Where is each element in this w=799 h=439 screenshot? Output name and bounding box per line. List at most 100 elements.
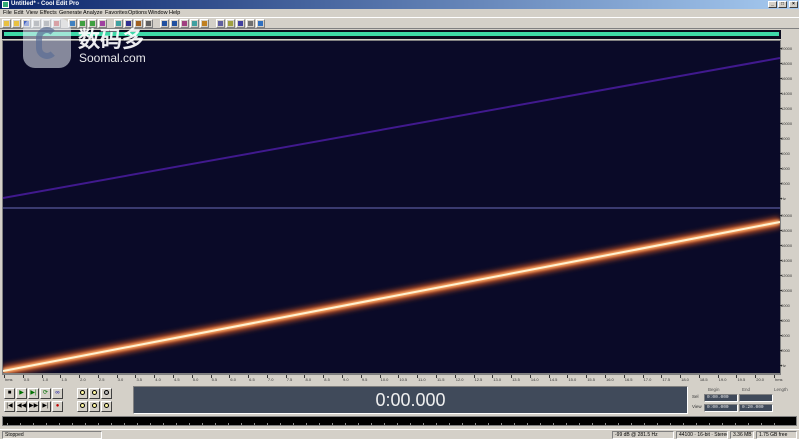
fast-forward-button[interactable]: ▶▶ <box>28 401 39 412</box>
metronome-button[interactable] <box>226 19 235 28</box>
level-meter-tick <box>254 423 255 425</box>
level-meter-tick <box>566 423 567 425</box>
level-meter-tick <box>33 423 34 425</box>
frequency-tick-label: 10000 <box>779 121 793 126</box>
record-button[interactable]: ● <box>52 401 63 412</box>
header-begin: Begin <box>708 387 720 392</box>
go-to-end-button[interactable]: ▶| <box>40 401 51 412</box>
minimize-button[interactable]: _ <box>768 1 777 8</box>
status-format: 44100 · 16-bit · Stereo <box>676 431 728 439</box>
view-begin-field[interactable]: 0:00.000 <box>704 404 738 412</box>
menu-favorites[interactable]: Favorites <box>104 9 129 17</box>
time-tick-label: 18.0 <box>681 377 689 382</box>
menu-file[interactable]: File <box>2 9 13 17</box>
play-loop-mode-button[interactable]: ∞ <box>52 388 63 399</box>
time-tick-label: 20.0 <box>756 377 765 382</box>
stop-button[interactable]: ■ <box>4 388 15 399</box>
menu-help[interactable]: Help <box>168 9 181 17</box>
zoom-in-vertical-button[interactable] <box>77 401 88 412</box>
frequency-tick-label: 14000 <box>779 91 793 96</box>
level-meter-tick <box>748 423 749 425</box>
frequency-tick-label: 20000 <box>779 213 793 218</box>
time-tick-label: 18.5 <box>699 377 708 382</box>
close-button[interactable]: × <box>789 1 798 8</box>
zoom-controls <box>75 386 127 414</box>
menu-edit[interactable]: Edit <box>13 9 24 17</box>
time-tick-label: 7.5 <box>286 377 293 382</box>
level-meter-tick <box>137 423 138 425</box>
frequency-tick-label: 18000 <box>779 228 793 233</box>
zoom-in-horizontal-icon <box>80 390 85 395</box>
time-tick-label: 2.5 <box>98 377 105 382</box>
play-to-end-button[interactable]: ▶| <box>28 388 39 399</box>
time-ruler[interactable]: hms 0.5 1.0 1.5 2.0 2.5 3.0 3.5 4.0 4.5 5.0 5.5 6.0 6… <box>2 374 783 382</box>
level-meter-tick <box>488 423 489 425</box>
maximize-button[interactable]: □ <box>778 1 787 8</box>
level-meter-tick <box>722 423 723 425</box>
app-icon[interactable] <box>2 1 9 8</box>
spectral-view[interactable] <box>2 40 781 374</box>
frequency-tick-label: 8000 <box>780 136 790 141</box>
time-tick-label: 14.5 <box>549 377 558 382</box>
time-tick-label: 8.5 <box>324 377 330 382</box>
cd-button[interactable] <box>236 19 245 28</box>
frequency-tick-label: 14000 <box>779 258 793 263</box>
sel-end-field[interactable] <box>739 394 773 402</box>
zoom-out-vertical-button[interactable] <box>89 401 100 412</box>
time-tick-label: 11.5 <box>436 377 445 382</box>
level-meter-tick <box>215 423 216 425</box>
rewind-button[interactable]: ◀◀ <box>16 401 27 412</box>
help-button[interactable] <box>256 19 265 28</box>
level-meter-tick <box>46 423 47 425</box>
zoom-in-horizontal-button[interactable] <box>77 388 88 399</box>
level-meter-tick <box>475 423 476 425</box>
go-to-start-button[interactable]: |◀ <box>4 401 15 412</box>
play-button[interactable]: ▶ <box>16 388 27 399</box>
properties-button[interactable] <box>216 19 225 28</box>
time-tick-label: 1.0 <box>42 377 49 382</box>
new-file-button[interactable] <box>2 19 11 28</box>
time-tick-label: 15.5 <box>587 377 595 382</box>
play-looped-button[interactable]: ⟳ <box>40 388 51 399</box>
level-meter-tick <box>124 423 125 425</box>
menu-generate[interactable]: Generate <box>58 9 83 17</box>
status-level: -99 dB @ 281.5 Hz <box>612 431 674 439</box>
transport-controls: ■ ▶ ▶| ⟳ ∞ |◀ ◀◀ ▶▶ ▶| ● <box>2 386 72 414</box>
time-tick-label: hms <box>5 377 13 382</box>
level-meter-tick <box>319 423 320 425</box>
cd-icon <box>238 21 243 26</box>
menu-analyze[interactable]: Analyze <box>82 9 104 17</box>
frequency-tick-label: 16000 <box>779 76 793 81</box>
time-tick-label: 17.0 <box>643 377 652 382</box>
menu-view[interactable]: View <box>25 9 39 17</box>
frequency-tick-label: 4000 <box>780 333 790 338</box>
envelope-button[interactable] <box>180 19 189 28</box>
status-bar: Stopped -99 dB @ 281.5 Hz 44100 · 16-bit… <box>0 429 799 439</box>
loop-button[interactable] <box>190 19 199 28</box>
frequency-tick-label: 2000 <box>780 348 790 353</box>
time-tick-label: 15.0 <box>568 377 577 382</box>
zoom-out-horizontal-button[interactable] <box>89 388 100 399</box>
loop-icon <box>192 21 197 26</box>
level-meter-tick <box>592 423 593 425</box>
open-file-button[interactable] <box>12 19 21 28</box>
zoom-full-button[interactable] <box>101 388 112 399</box>
view-end-field[interactable]: 0:20.000 <box>739 404 773 412</box>
menu-options[interactable]: Options <box>127 9 148 17</box>
frequency-tick-label: Hz <box>780 363 786 368</box>
time-tick-label: 10.0 <box>380 377 389 382</box>
time-tick-label: 3.0 <box>117 377 124 382</box>
menu-effects[interactable]: Effects <box>39 9 58 17</box>
settings-button[interactable] <box>246 19 255 28</box>
level-meter-tick <box>241 423 242 425</box>
sel-begin-field[interactable]: 0:00.000 <box>704 394 738 402</box>
cue-button[interactable] <box>200 19 209 28</box>
open-file-icon <box>14 21 19 26</box>
level-meter-tick <box>163 423 164 425</box>
sel-label: Sel <box>692 394 699 399</box>
menu-window[interactable]: Window <box>147 9 169 17</box>
level-meter-tick <box>358 423 359 425</box>
zoom-selection-button[interactable] <box>101 401 112 412</box>
level-meter-tick <box>176 423 177 425</box>
time-tick-label: hms <box>775 377 783 382</box>
